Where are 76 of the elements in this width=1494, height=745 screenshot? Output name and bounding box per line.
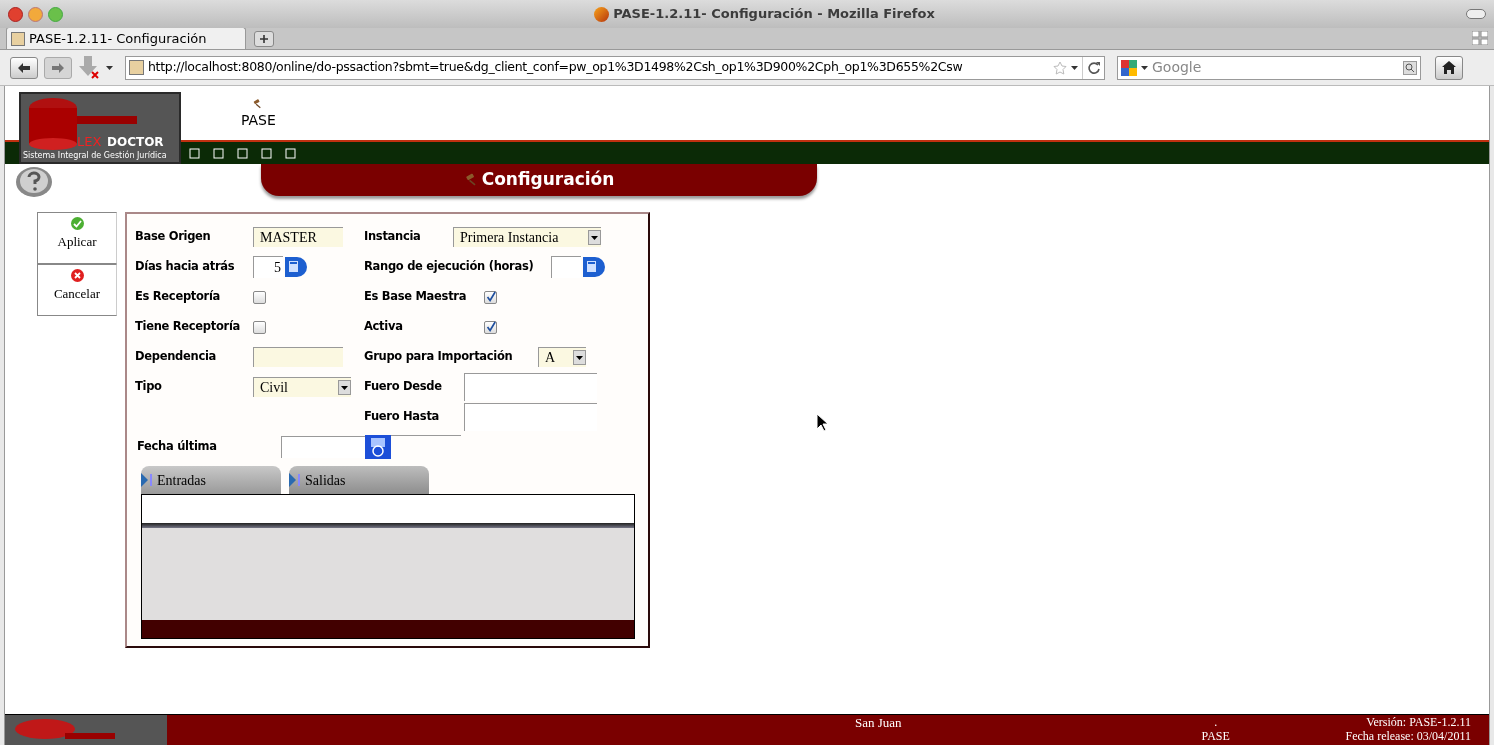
field-label: Fecha última bbox=[136, 438, 218, 456]
browser-logo-icon bbox=[594, 6, 610, 22]
help-icon[interactable] bbox=[15, 166, 53, 198]
panel-tab[interactable]: Entradas bbox=[141, 466, 281, 494]
checkbox[interactable] bbox=[484, 290, 497, 304]
reload-icon[interactable] bbox=[1087, 60, 1101, 75]
back-button[interactable] bbox=[10, 56, 38, 79]
field-label: Días hacia atrás bbox=[135, 258, 236, 276]
forward-button[interactable] bbox=[44, 56, 72, 79]
close-button[interactable] bbox=[8, 6, 23, 22]
panel-tab[interactable]: Salidas bbox=[289, 466, 429, 494]
checkbox[interactable] bbox=[484, 320, 497, 334]
search-icon[interactable] bbox=[1403, 60, 1417, 75]
tab-arrow-icon bbox=[141, 473, 153, 487]
caret-icon[interactable] bbox=[106, 65, 113, 70]
number-field[interactable]: 5 bbox=[253, 256, 283, 278]
text-field[interactable] bbox=[464, 403, 597, 431]
caret-icon bbox=[591, 235, 598, 240]
page-icon bbox=[11, 31, 25, 46]
footer-app-name: PASE bbox=[1201, 729, 1230, 743]
tab-arrow-icon bbox=[289, 473, 301, 487]
search-engine-icon bbox=[1121, 59, 1137, 76]
select-field[interactable]: A bbox=[538, 347, 586, 367]
caret-icon[interactable] bbox=[1141, 65, 1148, 70]
caret-icon[interactable] bbox=[1071, 65, 1078, 70]
field-label: Activa bbox=[364, 318, 404, 336]
field-label: Dependencia bbox=[135, 348, 217, 366]
search-field[interactable]: Google bbox=[1152, 57, 1399, 78]
page-header: Configuración bbox=[261, 164, 817, 196]
new-tab-button[interactable] bbox=[254, 31, 274, 47]
footer-location: San Juan bbox=[855, 715, 902, 730]
forward-arrow-icon bbox=[52, 62, 64, 73]
footer-release: Fecha release: 03/04/2011 bbox=[1345, 729, 1471, 743]
select-field[interactable]: Civil bbox=[253, 377, 351, 397]
calculator-icon[interactable] bbox=[581, 255, 605, 279]
field-label: Es Receptoría bbox=[135, 288, 222, 306]
plus-icon bbox=[260, 35, 268, 43]
footer-version: Versión: PASE-1.2.11 bbox=[1366, 715, 1471, 729]
field-label: Tiene Receptoría bbox=[135, 318, 242, 336]
home-button[interactable] bbox=[1435, 55, 1463, 80]
date-field[interactable] bbox=[281, 436, 365, 458]
download-icon[interactable] bbox=[78, 55, 100, 80]
field-label: Fuero Hasta bbox=[364, 408, 441, 426]
checkbox[interactable] bbox=[253, 290, 266, 304]
logo: LEX DOCTOR Sistema Integral de Gestión Jurídica bbox=[19, 92, 181, 164]
footer-dot: . bbox=[1214, 715, 1218, 729]
mouse-cursor-icon bbox=[817, 414, 828, 431]
select-field[interactable]: Primera Instancia bbox=[453, 227, 601, 247]
page-icon bbox=[129, 60, 144, 75]
calendar-icon[interactable] bbox=[365, 435, 391, 459]
field-label: Grupo para Importación bbox=[364, 348, 514, 366]
field-label: Tipo bbox=[135, 378, 163, 396]
caret-icon bbox=[576, 355, 583, 360]
cancel-button[interactable]: Cancelar bbox=[37, 264, 117, 316]
field-label: Instancia bbox=[364, 228, 422, 246]
window-pill-button[interactable] bbox=[1466, 9, 1486, 19]
star-icon[interactable] bbox=[1053, 60, 1067, 75]
text-field[interactable] bbox=[464, 373, 597, 401]
calculator-icon[interactable] bbox=[283, 255, 307, 279]
text-field[interactable] bbox=[253, 347, 343, 367]
field-label: Base Origen bbox=[135, 228, 212, 246]
menu-item[interactable]: PASE bbox=[241, 92, 276, 131]
field-label: Fuero Desde bbox=[364, 378, 443, 396]
caret-icon bbox=[341, 385, 348, 390]
error-icon bbox=[70, 269, 84, 282]
field-label: Rango de ejecución (horas) bbox=[364, 258, 535, 276]
window-title: PASE-1.2.11- Configuración - Mozilla Firefox bbox=[613, 5, 935, 24]
browser-tab[interactable]: PASE-1.2.11- Configuración bbox=[6, 27, 246, 49]
text-field[interactable]: MASTER bbox=[253, 227, 343, 247]
search-bar[interactable]: Google bbox=[1117, 55, 1421, 80]
checkbox[interactable] bbox=[253, 320, 266, 334]
back-arrow-icon bbox=[18, 62, 30, 73]
apply-button[interactable]: Aplicar bbox=[37, 212, 117, 264]
address-field[interactable]: http://localhost:8080/online/do-pssaction?sbmt=true&dg_client_conf=pw_op1%3D1498%2Csh_op1%3D900%2Cph_op1%3D655%2Csw bbox=[125, 55, 1105, 80]
field-label: Es Base Maestra bbox=[364, 288, 468, 306]
number-field[interactable] bbox=[551, 256, 581, 278]
